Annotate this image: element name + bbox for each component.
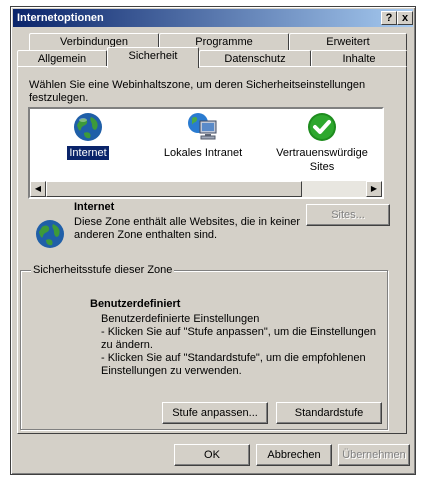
apply-button[interactable]: Übernehmen [338, 444, 410, 466]
sites-button[interactable]: Sites... [306, 204, 390, 226]
zone-label: Lokales Intranet [163, 147, 243, 159]
intranet-icon [188, 113, 217, 140]
tab-sicherheit[interactable]: Sicherheit [107, 47, 199, 68]
globe-icon [74, 113, 102, 141]
security-level-name: Benutzerdefiniert [90, 298, 181, 310]
window-title: Internetoptionen [17, 12, 104, 24]
checkmark-icon [308, 113, 336, 141]
cancel-button[interactable]: Abbrechen [256, 444, 332, 466]
help-button[interactable]: ? [381, 11, 397, 25]
scroll-right-icon[interactable]: ▶ [366, 181, 382, 197]
zone-list[interactable]: Internet Lokales Intranet Vertrauenswürd… [28, 107, 384, 199]
default-level-button[interactable]: Standardstufe [276, 402, 382, 424]
zone-info-desc-line1: Diese Zone enthält alle Websites, die in… [74, 216, 301, 228]
zone-prompt-line2: festzulegen. [29, 92, 89, 104]
zone-item-internet[interactable]: Internet [58, 111, 118, 160]
tab-erweitert[interactable]: Erweitert [289, 33, 407, 50]
security-level-line: - Klicken Sie auf "Standardstufe", um di… [101, 352, 366, 364]
security-level-line: Einstellungen zu verwenden. [101, 365, 242, 377]
security-level-line: zu ändern. [101, 339, 153, 351]
scroll-left-icon[interactable]: ◀ [30, 181, 46, 197]
zone-item-trusted-sites[interactable]: Vertrauenswürdige Sites [268, 111, 376, 174]
zone-info-desc-line2: anderen Zone enthalten sind. [74, 229, 218, 241]
title-bar: Internetoptionen ? x [13, 9, 413, 27]
scroll-thumb[interactable] [46, 181, 302, 197]
zone-label-line2: Sites [309, 161, 335, 173]
ok-button[interactable]: OK [174, 444, 250, 466]
custom-level-button[interactable]: Stufe anpassen... [162, 402, 268, 424]
zone-info-title: Internet [74, 201, 115, 213]
globe-icon [36, 220, 64, 248]
zone-item-intranet[interactable]: Lokales Intranet [158, 111, 248, 160]
security-level-group-title: Sicherheitsstufe dieser Zone [31, 264, 175, 276]
horizontal-scrollbar[interactable]: ◀ ▶ [30, 181, 382, 197]
security-level-line: - Klicken Sie auf "Stufe anpassen", um d… [101, 326, 377, 338]
zone-prompt-line1: Wählen Sie eine Webinhaltszone, um deren… [29, 79, 366, 91]
security-level-line: Benutzerdefinierte Einstellungen [101, 313, 260, 325]
zone-label: Internet [67, 146, 109, 160]
zone-label: Vertrauenswürdige [276, 147, 368, 159]
close-button[interactable]: x [397, 11, 413, 25]
